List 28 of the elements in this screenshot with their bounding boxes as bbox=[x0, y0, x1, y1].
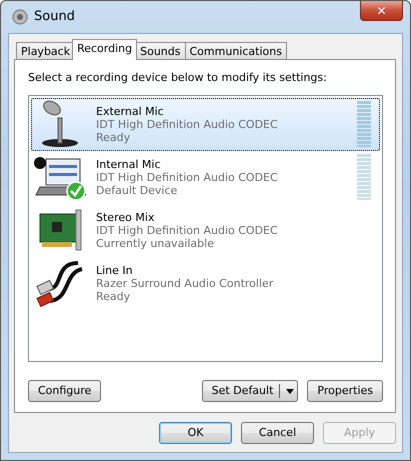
device-item[interactable]: Line In Razer Surround Audio Controller Ready bbox=[31, 256, 380, 310]
device-name: Line In bbox=[96, 264, 134, 276]
device-item[interactable]: Stereo Mix IDT High Definition Audio CODEC Currently unavailable bbox=[31, 204, 380, 256]
speaker-icon bbox=[12, 9, 28, 25]
ok-button[interactable]: OK bbox=[159, 422, 232, 444]
device-item[interactable]: Internal Mic IDT High Definition Audio CODEC Default Device bbox=[31, 150, 380, 204]
device-status: Ready bbox=[96, 290, 132, 302]
cancel-button[interactable]: Cancel bbox=[241, 422, 314, 444]
device-driver: IDT High Definition Audio CODEC bbox=[96, 118, 279, 130]
split-button[interactable]: Set Default bbox=[202, 380, 298, 402]
device-item[interactable]: External Mic IDT High Definition Audio CODEC Ready bbox=[31, 98, 380, 150]
tab[interactable]: Recording bbox=[72, 39, 138, 60]
device-driver: IDT High Definition Audio CODEC bbox=[96, 170, 279, 184]
device-status: Ready bbox=[96, 130, 132, 144]
close-button[interactable]: ✕ bbox=[360, 1, 403, 21]
device-status: Currently unavailable bbox=[96, 236, 215, 250]
tab[interactable]: Communications bbox=[184, 42, 287, 60]
caret-icon bbox=[286, 388, 294, 394]
device-status: Default Device bbox=[96, 184, 178, 196]
device-driver: IDT High Definition Audio CODEC bbox=[96, 224, 279, 236]
instruction-text: Select a recording device below to modify its settings: bbox=[28, 70, 328, 86]
configure-button[interactable]: Configure bbox=[28, 380, 102, 402]
device-name: Stereo Mix bbox=[96, 210, 156, 224]
properties-button[interactable]: Properties bbox=[307, 380, 383, 402]
device-name: Internal Mic bbox=[96, 158, 162, 170]
window-title: Sound bbox=[34, 8, 75, 26]
device-name: External Mic bbox=[96, 104, 165, 118]
device-driver: Razer Surround Audio Controller bbox=[96, 276, 274, 290]
